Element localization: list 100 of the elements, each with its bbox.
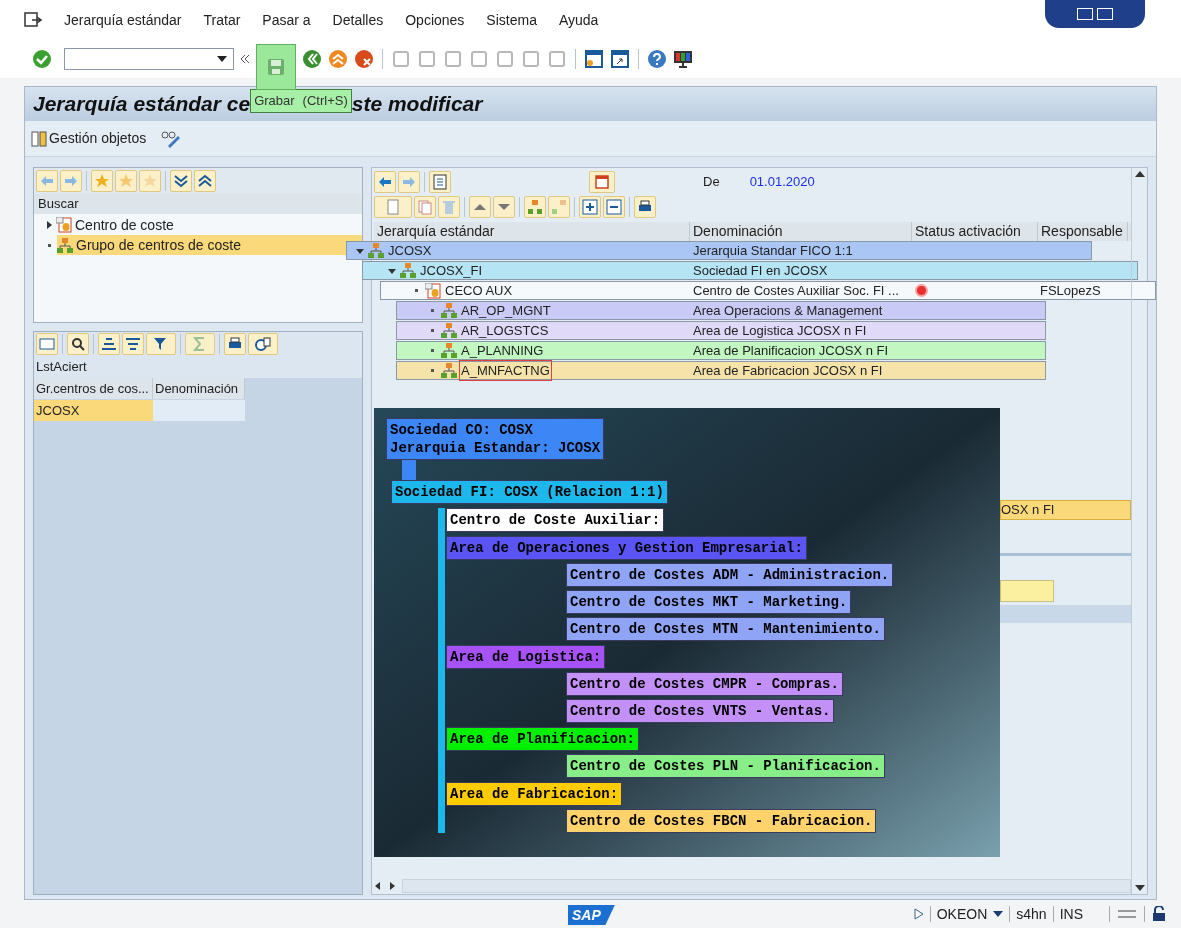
hierarchy-icon: [441, 363, 457, 378]
hierarchy-row[interactable]: AR_LOGSTCS Area de Logistica JCOSX n FI: [396, 321, 1046, 340]
scroll-left-icon[interactable]: [374, 882, 382, 890]
hierarchy-add-icon[interactable]: [524, 196, 546, 218]
transfer-arrows-icon[interactable]: [1116, 907, 1138, 921]
diagram-label: Sociedad CO: COSX Jerarquia Estandar: JCOSX: [386, 418, 605, 460]
diagram-label: Centro de Costes MKT - Marketing.: [566, 590, 852, 614]
node-description: OSX n FI: [1001, 501, 1055, 520]
hierarchy-icon: [368, 243, 384, 258]
window-controls[interactable]: [1045, 0, 1145, 28]
save-button[interactable]: [256, 44, 296, 90]
node-id: JCOSX_FI: [419, 261, 484, 280]
system-name: s4hn: [1016, 904, 1047, 924]
calendar-icon[interactable]: [589, 171, 615, 193]
menu-item[interactable]: Tratar: [203, 9, 241, 31]
diagram-label: Area de Logistica:: [446, 645, 606, 669]
padlock-icon[interactable]: [1151, 906, 1167, 922]
list-icon[interactable]: [429, 171, 451, 193]
hierarchy-row[interactable]: A_MNFACTNG Area de Fabricacion JCOSX n FI: [396, 361, 1046, 380]
exit-icon[interactable]: [328, 49, 348, 69]
node-description: Centro de Costes Auxiliar Soc. FI ...: [693, 281, 900, 300]
node-id: A_PLANNING: [460, 341, 545, 360]
sort-descending-icon[interactable]: [122, 333, 144, 355]
tree-item-label: Centro de coste: [75, 215, 174, 235]
document-coin-icon: [425, 282, 441, 299]
details-icon[interactable]: [36, 333, 58, 355]
node-id: JCOSX: [387, 241, 433, 260]
caret-right-icon[interactable]: [44, 220, 54, 230]
node-description: Area de Planificacion JCOSX n FI: [693, 341, 890, 360]
hierarchy-row[interactable]: JCOSX Jerarquia Standar FICO 1:1: [346, 241, 1092, 260]
cancel-icon[interactable]: [354, 49, 374, 69]
caret-down-icon[interactable]: [993, 911, 1004, 917]
menu-item[interactable]: Opciones: [405, 9, 465, 31]
double-chevron-icon[interactable]: [240, 54, 250, 64]
scroll-down-icon[interactable]: [1134, 884, 1145, 892]
screen-title: Jerarquía estándar ce: [33, 91, 251, 118]
export-icon[interactable]: [248, 333, 278, 355]
tooltip-label: Grabar: [254, 92, 295, 111]
filter-icon[interactable]: [146, 333, 176, 355]
collapse-all-icon[interactable]: [603, 196, 625, 218]
command-field[interactable]: [64, 48, 234, 70]
hierarchy-icon: [441, 323, 457, 338]
tree-item[interactable]: Centro de coste: [56, 215, 362, 235]
node-description: Jerarquia Standar FICO 1:1: [693, 241, 854, 260]
menu-item[interactable]: Pasar a: [262, 9, 311, 31]
scroll-right-icon[interactable]: [388, 882, 396, 890]
scroll-up-icon[interactable]: [1134, 170, 1145, 178]
diagram-label: Centro de Costes MTN - Mantenimiento.: [566, 617, 885, 641]
tree-item[interactable]: Grupo de centros de coste: [57, 235, 362, 255]
chevrons-up-icon[interactable]: [194, 170, 216, 192]
input-mode: INS: [1059, 904, 1083, 924]
hierarchy-row[interactable]: CECO AUX Centro de Costes Auxiliar Soc. FI ... FSLopezS: [380, 281, 1156, 300]
table-cell[interactable]: JCOSX: [34, 400, 153, 421]
hierarchy-icon: [400, 263, 416, 278]
menu-item[interactable]: Ayuda: [558, 9, 599, 31]
menu-item[interactable]: Detalles: [332, 9, 384, 31]
node-id: CECO AUX: [444, 281, 514, 300]
exit-menu-icon[interactable]: [24, 12, 42, 28]
node-id: A_MNFACTNG: [460, 360, 551, 381]
hierarchy-row[interactable]: A_PLANNING Area de Planificacion JCOSX n FI: [396, 341, 1046, 360]
shortcut-window-icon[interactable]: [610, 49, 630, 69]
sort-ascending-icon[interactable]: [98, 333, 120, 355]
hierarchy-row[interactable]: AR_OP_MGNT Area Operacions & Management: [396, 301, 1046, 320]
triangle-down-icon[interactable]: [493, 196, 515, 218]
play-icon[interactable]: [913, 908, 924, 920]
object-management-button[interactable]: Gestión objetos: [31, 128, 147, 149]
menu-item[interactable]: Sistema: [486, 9, 537, 31]
diagram-label: Area de Operaciones y Gestion Empresarial:: [446, 536, 807, 560]
check-icon[interactable]: [32, 49, 52, 69]
star-trash-icon[interactable]: [139, 170, 161, 192]
node-description: Area de Fabricacion JCOSX n FI: [693, 361, 884, 380]
monitor-icon[interactable]: [673, 49, 693, 69]
menu-item[interactable]: Jerarquía estándar: [64, 9, 182, 31]
help-icon[interactable]: [647, 49, 667, 69]
magnifier-icon[interactable]: [67, 333, 89, 355]
back-icon[interactable]: [302, 49, 322, 69]
input-field: [1000, 580, 1054, 602]
node-id: AR_OP_MGNT: [460, 301, 552, 320]
star-plus-icon[interactable]: [91, 170, 113, 192]
node-id: AR_LOGSTCS: [460, 321, 550, 340]
tree-item-label: Grupo de centros de coste: [76, 235, 241, 255]
new-window-icon[interactable]: [584, 49, 604, 69]
chevrons-down-icon[interactable]: [170, 170, 192, 192]
date-label: De: [703, 173, 720, 192]
expand-all-icon[interactable]: [579, 196, 601, 218]
node-description: Area de Logistica JCOSX n FI: [693, 321, 868, 340]
diagram-label: Area de Planificacion:: [446, 727, 639, 751]
glasses-pencil-icon[interactable]: [160, 129, 183, 148]
results-title: LstAciert: [34, 356, 362, 378]
diagram-label: Centro de Costes VNTS - Ventas.: [566, 699, 835, 723]
diagram-label: Centro de Costes FBCN - Fabricacion.: [566, 809, 877, 833]
node-description: Area Operacions & Management: [693, 301, 884, 320]
column-header: Gr.centros de cos...: [34, 378, 153, 399]
arrow-left-icon[interactable]: [374, 171, 396, 193]
diagram-label: Centro de Costes PLN - Planificacion.: [566, 754, 885, 778]
hierarchy-row[interactable]: JCOSX_FI Sociedad FI en JCOSX: [362, 261, 1138, 280]
triangle-up-icon[interactable]: [469, 196, 491, 218]
node-description: Sociedad FI en JCOSX: [693, 261, 829, 280]
client-name: OKEON: [936, 904, 988, 924]
sap-logo: SAP: [568, 905, 615, 925]
